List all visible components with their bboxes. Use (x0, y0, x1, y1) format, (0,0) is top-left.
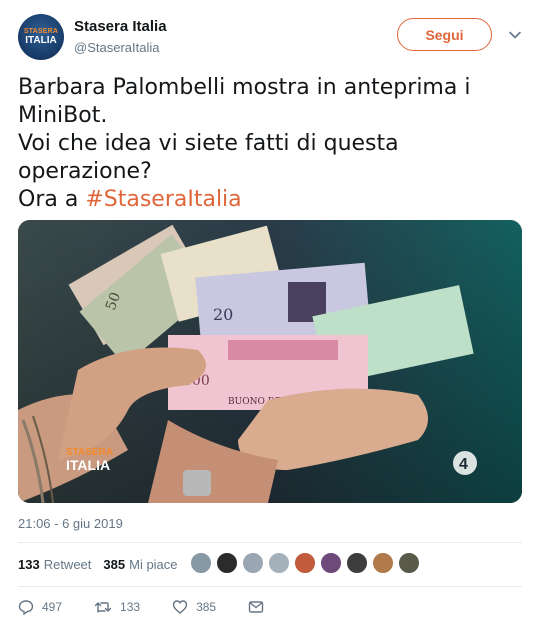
retweet-count[interactable]: 133 (18, 557, 40, 572)
like-count[interactable]: 385 (103, 557, 125, 572)
timestamp[interactable]: 21:06 - 6 giu 2019 (18, 516, 123, 531)
retweet-action-count: 133 (120, 600, 141, 614)
tweet-line: Ora a #StaseraItalia (18, 186, 523, 214)
tweet-line: Barbara Palombelli mostra in anteprima i (18, 75, 471, 100)
liker-avatar[interactable] (242, 552, 264, 574)
media-image: 20 100 500 BUONO DEL TESORO 50 STASERA I… (18, 220, 522, 503)
retweet-label[interactable]: Retweet (44, 557, 92, 572)
liker-avatar[interactable] (320, 552, 342, 574)
divider (18, 586, 522, 587)
retweet-icon (94, 602, 112, 613)
liker-avatar[interactable] (294, 552, 316, 574)
user-handle[interactable]: @StaseraItalia (74, 40, 159, 55)
message-button[interactable] (248, 600, 272, 614)
logo-text-bottom: ITALIA (66, 457, 110, 473)
tweet-media[interactable]: 20 100 500 BUONO DEL TESORO 50 STASERA I… (18, 220, 522, 503)
liker-avatar[interactable] (190, 552, 212, 574)
hashtag-link[interactable]: #StaseraItalia (85, 187, 241, 212)
like-label[interactable]: Mi piace (129, 557, 177, 572)
reply-button[interactable]: 497 (18, 599, 62, 615)
divider (18, 542, 522, 543)
reply-icon (18, 600, 34, 615)
tweet-text: Barbara Palombelli mostra in anteprima i… (18, 74, 523, 214)
chevron-down-icon[interactable] (508, 28, 522, 42)
retweet-button[interactable]: 133 (94, 599, 140, 615)
channel-badge-number: 4 (459, 456, 468, 473)
tweet-line: operazione? (18, 159, 152, 184)
tweet-header: STASERA ITALIA Stasera Italia @StaseraIt… (18, 14, 528, 64)
heart-icon (172, 600, 188, 614)
liker-avatars (190, 552, 424, 574)
avatar[interactable]: STASERA ITALIA (18, 14, 64, 60)
liker-avatar[interactable] (372, 552, 394, 574)
tweet-line-prefix: Ora a (18, 187, 86, 212)
liker-avatar[interactable] (398, 552, 420, 574)
stasera-italia-logo: STASERA ITALIA (66, 447, 113, 473)
like-button[interactable]: 385 (172, 599, 216, 615)
liker-avatar[interactable] (268, 552, 290, 574)
avatar-text-bottom: ITALIA (25, 35, 57, 46)
follow-button[interactable]: Segui (397, 18, 492, 51)
tweet-actions: 497 133 385 (18, 596, 522, 618)
liker-avatar[interactable] (346, 552, 368, 574)
channel-badge: 4 (453, 451, 477, 475)
banknote-value: 20 (213, 305, 233, 324)
envelope-icon (248, 601, 264, 613)
like-action-count: 385 (196, 600, 217, 614)
tweet-line: Voi che idea vi siete fatti di questa (18, 131, 399, 156)
display-name[interactable]: Stasera Italia (74, 18, 167, 35)
liker-avatar[interactable] (216, 552, 238, 574)
reply-count: 497 (42, 600, 63, 614)
tweet-line: MiniBot. (18, 103, 108, 128)
